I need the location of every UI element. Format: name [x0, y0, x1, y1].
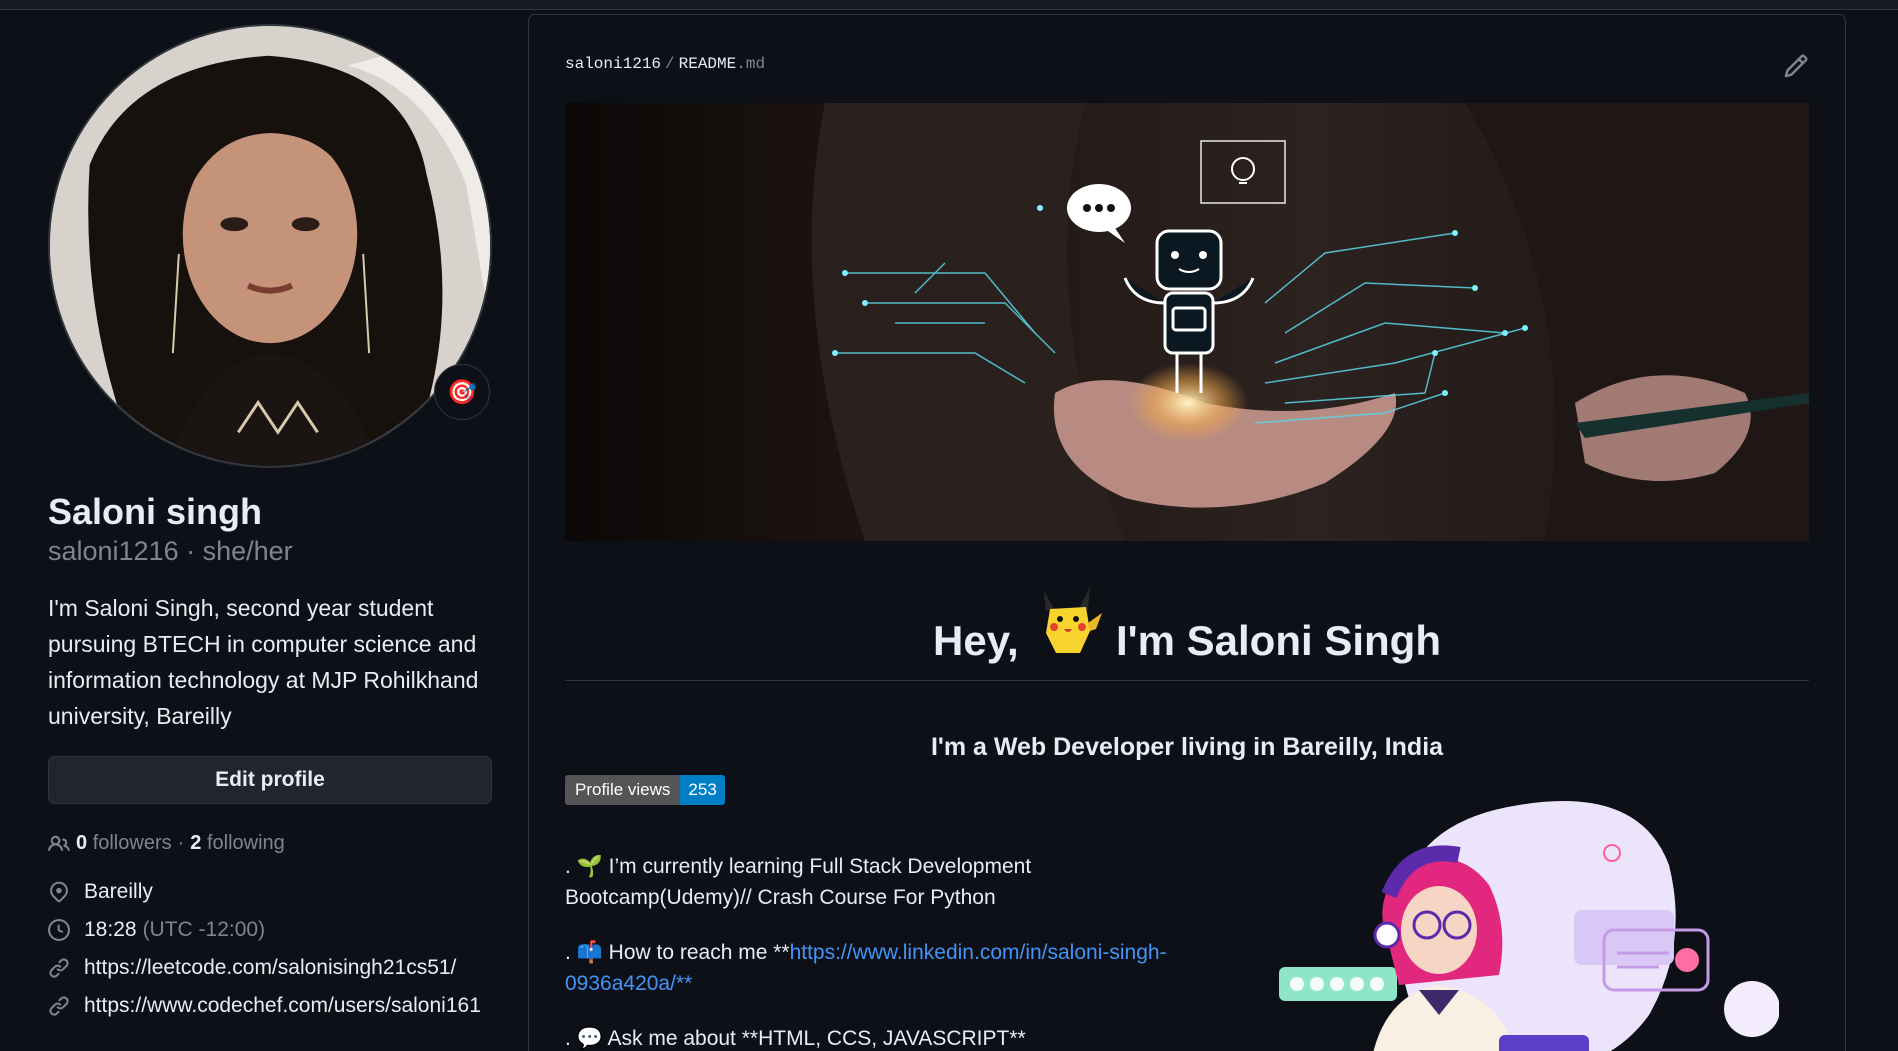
developer-illustration	[1219, 785, 1779, 1051]
codechef-link[interactable]: https://www.codechef.com/users/saloni161	[84, 994, 481, 1018]
views-count: 253	[680, 775, 725, 805]
following-link[interactable]: 2 following	[190, 832, 285, 855]
local-time: 18:28	[84, 918, 137, 941]
avatar[interactable]	[48, 24, 492, 468]
readme-banner-image	[565, 103, 1809, 541]
profile-login: saloni1216 · she/her	[48, 536, 293, 566]
people-icon	[48, 835, 70, 851]
followers-count: 0	[76, 832, 88, 854]
contact-prefix: . 📫 How to reach me **	[565, 941, 790, 964]
link-icon	[49, 958, 69, 978]
pencil-icon[interactable]	[1783, 53, 1809, 79]
profile-details: Bareilly 18:28 (UTC -12:00) https://leet…	[48, 879, 492, 1019]
followers-link[interactable]: 0 followers	[76, 832, 172, 855]
contact-line: . 📫 How to reach me **https://www.linked…	[565, 937, 1205, 999]
heading-suffix: I'm Saloni Singh	[1115, 617, 1441, 664]
profile-sidebar: 🎯 Saloni singh saloni1216 · she/her I'm …	[48, 24, 492, 1019]
link-icon	[49, 996, 69, 1016]
readme-lines: . 🌱 I’m currently learning Full Stack De…	[565, 851, 1205, 1051]
followers-label: followers	[92, 832, 172, 854]
location-row: Bareilly	[48, 879, 492, 905]
pikachu-image	[1044, 587, 1103, 653]
avatar-wrap: 🎯	[48, 24, 492, 468]
clock-icon	[48, 919, 70, 941]
heading-prefix: Hey,	[933, 617, 1019, 664]
follow-stats: 0 followers · 2 following	[48, 832, 492, 855]
follow-separator: ·	[177, 832, 185, 854]
link-row-leetcode: https://leetcode.com/salonisingh21cs51/	[48, 955, 492, 981]
readme-file-name: README	[678, 55, 737, 73]
time-row: 18:28 (UTC -12:00)	[48, 917, 492, 943]
timezone: (UTC -12:00)	[142, 918, 266, 941]
leetcode-link[interactable]: https://leetcode.com/salonisingh21cs51/	[84, 956, 456, 980]
link-row-codechef: https://www.codechef.com/users/saloni161	[48, 993, 492, 1019]
profile-name: Saloni singh	[48, 491, 263, 532]
following-label: following	[206, 832, 285, 854]
pikachu-icon	[1030, 583, 1104, 672]
edit-profile-button[interactable]: Edit profile	[48, 756, 492, 804]
profile-bio: I'm Saloni Singh, second year student pu…	[48, 595, 479, 729]
heading-divider	[565, 680, 1809, 681]
readme-file-ext: .md	[736, 55, 766, 73]
robot-hand-illustration	[565, 103, 1809, 541]
status-badge[interactable]: 🎯	[434, 364, 490, 420]
location-pin-icon	[50, 881, 68, 903]
path-separator: /	[665, 55, 675, 73]
readme-subtitle: I'm a Web Developer living in Bareilly, …	[930, 733, 1444, 761]
readme-owner[interactable]: saloni1216	[565, 55, 661, 73]
learning-line: . 🌱 I’m currently learning Full Stack De…	[565, 855, 1032, 909]
views-label: Profile views	[565, 775, 681, 805]
support-girl-illustration	[1279, 801, 1779, 1051]
profile-views-badge: Profile views 253	[565, 775, 725, 805]
status-emoji: 🎯	[447, 378, 477, 406]
readme-path: saloni1216 / README .md	[565, 55, 765, 73]
ask-me-line: . 💬 Ask me about **HTML, CCS, JAVASCRIPT…	[565, 1027, 1026, 1050]
following-count: 2	[190, 832, 202, 854]
readme-heading: Hey, I'm Saloni Singh	[565, 583, 1809, 672]
location-text: Bareilly	[84, 880, 153, 903]
avatar-image	[50, 26, 490, 466]
top-bar	[0, 0, 1898, 10]
readme-card: saloni1216 / README .md Hey, I'm Saloni …	[528, 14, 1846, 1051]
